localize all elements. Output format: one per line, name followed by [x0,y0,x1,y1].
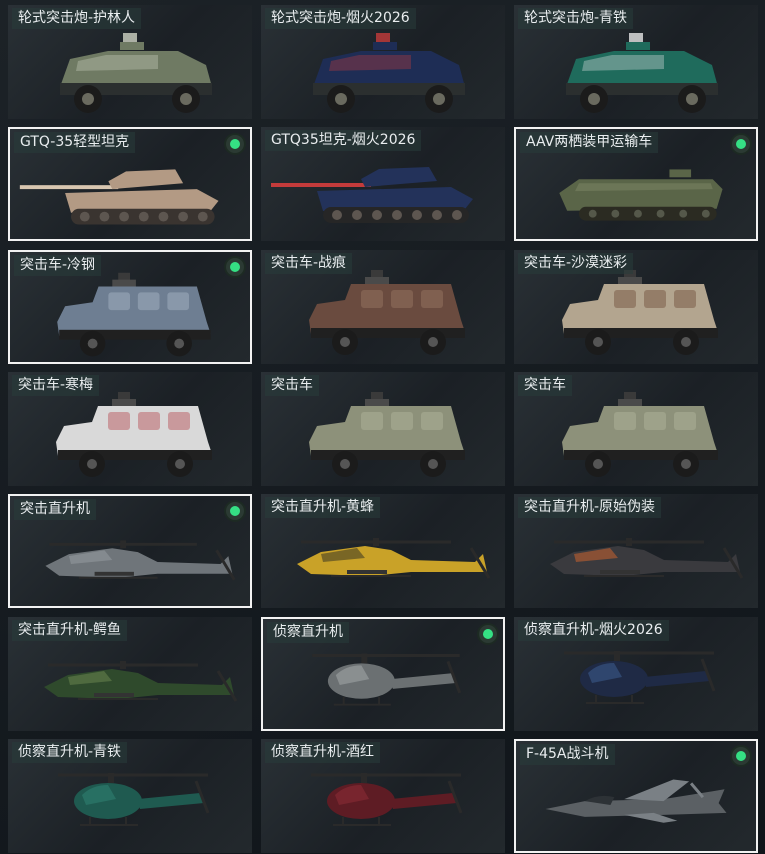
owned-indicator-icon [479,625,497,643]
vehicle-name: GTQ35坦克-烟火2026 [265,130,422,151]
vehicle-name: GTQ-35轻型坦克 [14,132,136,153]
vehicle-card[interactable]: 突击直升机-原始伪装 [514,494,758,608]
truck-image [562,270,718,355]
attack-heli-image [297,538,491,579]
vehicle-card[interactable]: 突击直升机-黄蜂 [261,494,505,608]
vehicle-name: 突击车-沙漠迷彩 [518,253,634,274]
vehicle-card[interactable]: 侦察直升机-烟火2026 [514,617,758,731]
attack-heli-image [44,661,238,702]
vehicle-name: 突击车-寒梅 [12,375,100,396]
vehicle-name: 轮式突击炮-护林人 [12,8,142,29]
vehicle-card[interactable]: 突击车 [514,372,758,486]
truck-image [57,272,211,357]
vehicle-card[interactable]: GTQ-35轻型坦克 [8,127,252,241]
vehicle-card[interactable]: 突击直升机-鳄鱼 [8,617,252,731]
owned-indicator-icon [226,135,244,153]
owned-indicator-icon [226,502,244,520]
vehicle-grid: 轮式突击炮-护林人 轮式突击炮-烟火2026 轮式突击炮-青铁 GTQ-35轻型… [0,0,765,854]
vehicle-name: 突击直升机-鳄鱼 [12,620,128,641]
vehicle-name: 侦察直升机-酒红 [265,742,381,763]
vehicle-card[interactable]: 侦察直升机-酒红 [261,739,505,853]
vehicle-card[interactable]: 突击车 [261,372,505,486]
attack-heli-image [45,540,236,581]
vehicle-name: 侦察直升机 [267,622,349,643]
owned-indicator-icon [732,747,750,765]
vehicle-name: 突击车 [265,375,319,396]
vehicle-card[interactable]: 突击车-冷钢 [8,250,252,364]
vehicle-name: 突击直升机-原始伪装 [518,497,662,518]
scout-heli-image [312,653,462,706]
scout-heli-image [311,773,463,826]
vehicle-name: 轮式突击炮-烟火2026 [265,8,416,29]
tank-image [19,169,219,225]
truck-image [56,392,212,477]
vehicle-card[interactable]: 突击车-寒梅 [8,372,252,486]
truck-image [309,392,465,477]
vehicle-card[interactable]: GTQ35坦克-烟火2026 [261,127,505,241]
vehicle-card[interactable]: 突击车-沙漠迷彩 [514,250,758,364]
vehicle-card[interactable]: F-45A战斗机 [514,739,758,853]
vehicle-card[interactable]: 侦察直升机 [261,617,505,731]
armored-car-image [60,33,212,113]
vehicle-name: F-45A战斗机 [520,744,615,765]
vehicle-name: 侦察直升机-青铁 [12,742,128,763]
vehicle-name: 轮式突击炮-青铁 [518,8,634,29]
vehicle-name: 突击车-战痕 [265,253,353,274]
armored-car-image [313,33,465,113]
vehicle-card[interactable]: 侦察直升机-青铁 [8,739,252,853]
vehicle-name: 突击车-冷钢 [14,255,102,276]
vehicle-name: 突击直升机 [14,499,96,520]
vehicle-card[interactable]: 突击车-战痕 [261,250,505,364]
vehicle-name: 突击直升机-黄蜂 [265,497,381,518]
vehicle-card[interactable]: 轮式突击炮-烟火2026 [261,5,505,119]
vehicle-card[interactable]: 轮式突击炮-护林人 [8,5,252,119]
armored-car-image [566,33,718,113]
vehicle-card[interactable]: 突击直升机 [8,494,252,608]
truck-image [562,392,718,477]
tank-image [271,167,473,223]
attack-heli-image [550,538,744,579]
scout-heli-image [58,773,210,826]
vehicle-name: 侦察直升机-烟火2026 [518,620,669,641]
vehicle-name: 突击车 [518,375,572,396]
scout-heli-image [564,651,716,704]
apc-image [559,169,723,221]
vehicle-name: AAV两栖装甲运输车 [520,132,659,153]
vehicle-card[interactable]: AAV两栖装甲运输车 [514,127,758,241]
vehicle-card[interactable]: 轮式突击炮-青铁 [514,5,758,119]
jet-image [545,779,727,823]
owned-indicator-icon [226,258,244,276]
owned-indicator-icon [732,135,750,153]
truck-image [309,270,465,355]
